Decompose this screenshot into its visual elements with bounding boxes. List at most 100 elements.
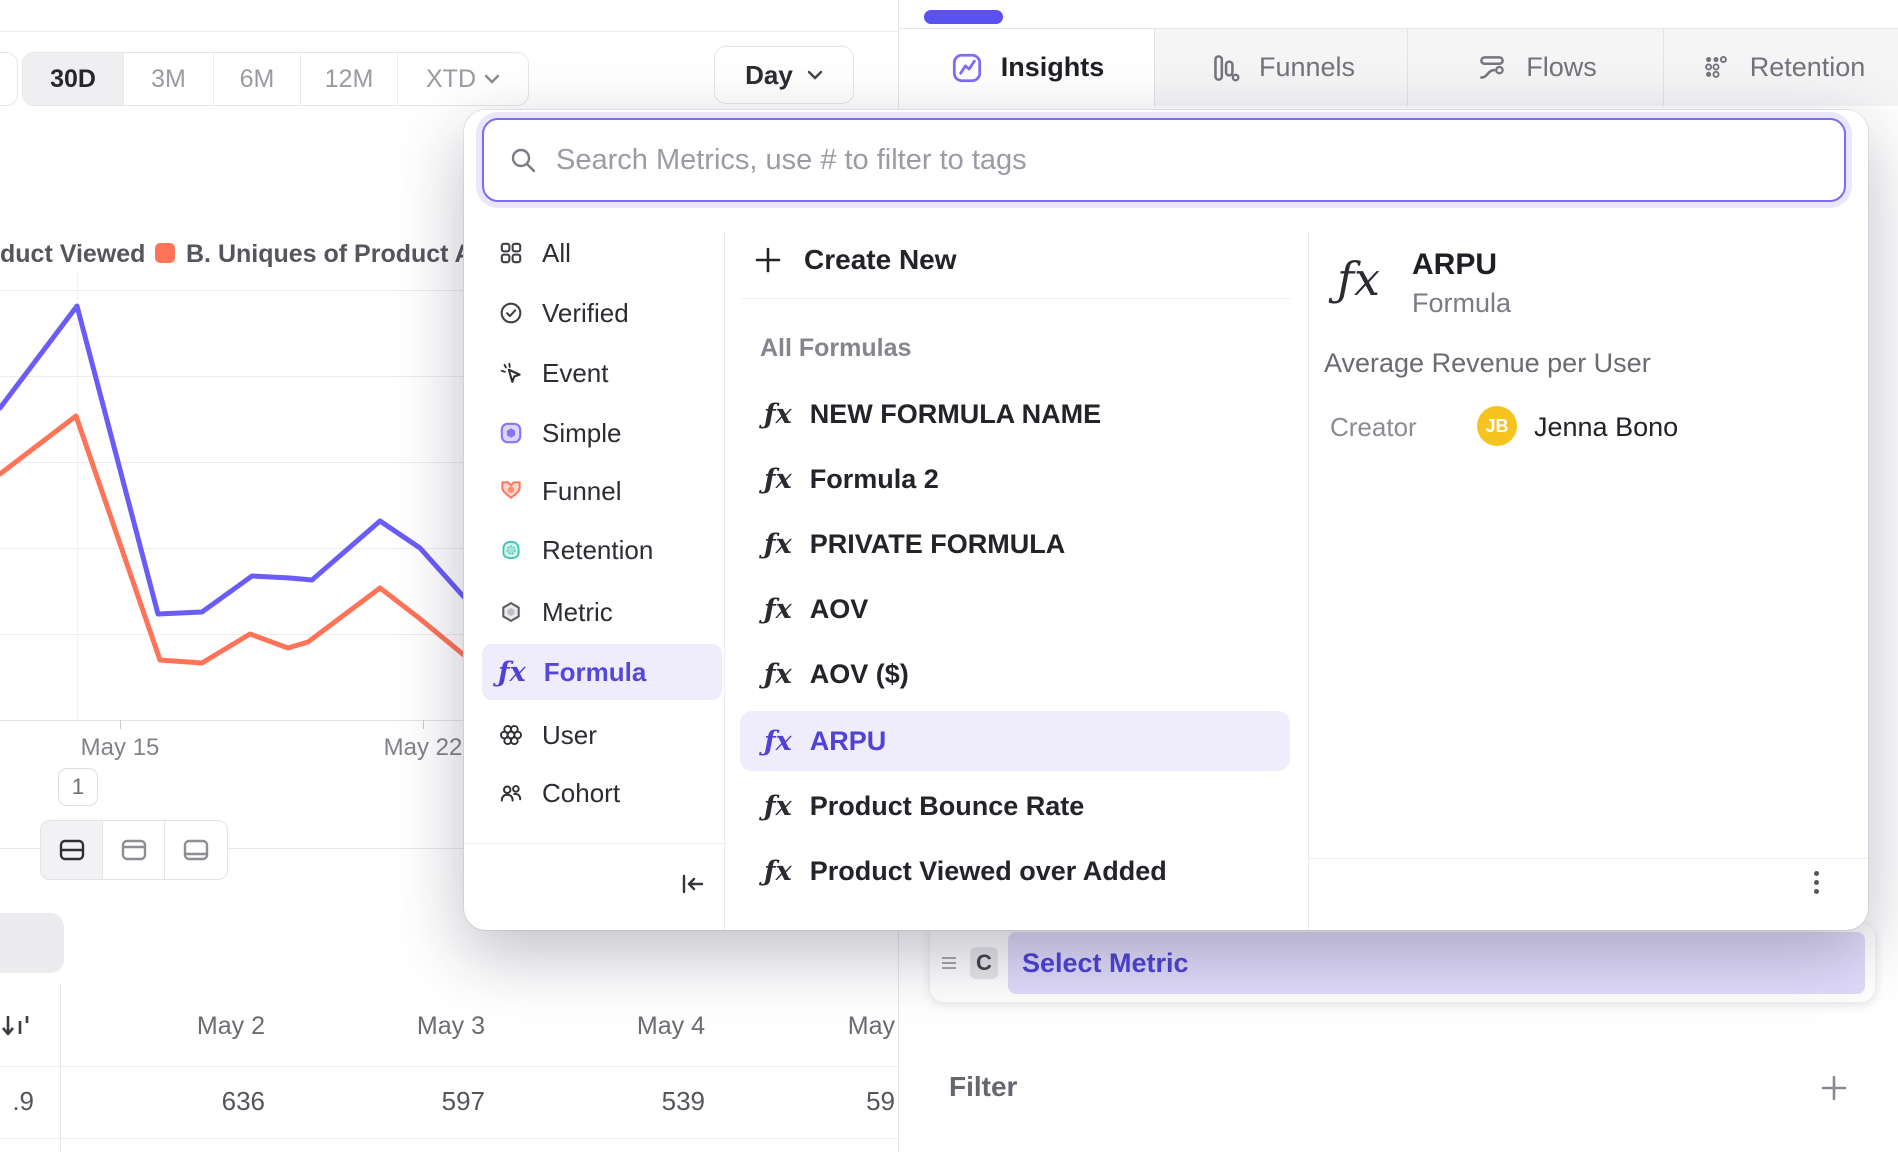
category-cohort[interactable]: Cohort: [482, 765, 722, 821]
tab-flows[interactable]: Flows: [1408, 29, 1664, 106]
category-retention[interactable]: Retention: [482, 522, 722, 578]
tab-label: Flows: [1526, 52, 1597, 83]
collapsed-panel-handle[interactable]: [0, 913, 64, 973]
formula-item[interactable]: ƒx Formula 2: [740, 449, 1290, 509]
formula-label: PRIVATE FORMULA: [810, 529, 1066, 560]
category-label: Metric: [542, 597, 613, 628]
axis-tick: [423, 720, 424, 729]
funnels-icon: [1207, 50, 1243, 86]
legend-item-a[interactable]: duct Viewed: [0, 240, 145, 269]
sort-icon[interactable]: [0, 1008, 34, 1042]
detail-divider: [1308, 232, 1309, 930]
category-funnel[interactable]: Funnel: [482, 463, 722, 519]
formula-item-selected[interactable]: ƒx ARPU: [740, 711, 1290, 771]
granularity-label: Day: [745, 60, 793, 91]
formula-label: AOV ($): [810, 659, 909, 690]
legend-page-button[interactable]: 1: [58, 768, 98, 806]
fx-large-icon: ƒx: [1337, 252, 1380, 306]
layout-top-icon: [119, 835, 149, 865]
fx-icon: ƒx: [764, 399, 792, 430]
detail-type: Formula: [1412, 288, 1511, 319]
tab-funnels[interactable]: Funnels: [1155, 29, 1408, 106]
chevron-down-icon: [484, 74, 500, 84]
insights-icon: [949, 50, 985, 86]
series-b-line: [0, 416, 530, 706]
formula-item[interactable]: ƒx PRIVATE FORMULA: [740, 514, 1290, 574]
metric-key-badge: C: [970, 947, 998, 979]
layout-table-button[interactable]: [165, 821, 227, 879]
range-3m-button[interactable]: 3M: [124, 53, 214, 105]
category-simple[interactable]: Simple: [482, 405, 722, 461]
category-event[interactable]: Event: [482, 345, 722, 401]
grid-icon: [498, 240, 524, 266]
category-metric[interactable]: Metric: [482, 584, 722, 640]
category-label: Funnel: [542, 476, 622, 507]
formula-item[interactable]: ƒx AOV: [740, 579, 1290, 639]
click-event-icon: [498, 360, 524, 386]
layout-chart-button[interactable]: [103, 821, 165, 879]
category-all[interactable]: All: [482, 225, 722, 281]
collapse-sidebar-button[interactable]: [670, 862, 714, 906]
table-header[interactable]: May: [725, 1012, 895, 1041]
table-frozen-divider: [60, 983, 61, 1152]
range-6m-button[interactable]: 6M: [214, 53, 301, 105]
formula-item[interactable]: ƒx AOV ($): [740, 644, 1290, 704]
creator-label: Creator: [1330, 412, 1417, 443]
tab-label: Retention: [1750, 52, 1866, 83]
create-new-button[interactable]: Create New: [754, 236, 957, 284]
formula-item[interactable]: ƒx Product Bounce Rate: [740, 776, 1290, 836]
fx-icon: ƒx: [764, 726, 792, 757]
section-label: All Formulas: [760, 334, 911, 363]
formula-item[interactable]: ƒx Product Viewed over Added: [740, 841, 1290, 901]
category-formula[interactable]: ƒx Formula: [482, 644, 722, 700]
fx-icon: ƒx: [764, 659, 792, 690]
table-cell: 597: [285, 1086, 485, 1117]
category-label: Formula: [544, 657, 647, 688]
fx-icon: ƒx: [764, 594, 792, 625]
range-30d-button[interactable]: 30D: [23, 53, 124, 105]
range-12m-button[interactable]: 12M: [301, 53, 398, 105]
layout-split-button[interactable]: [41, 821, 103, 879]
granularity-dropdown[interactable]: Day: [714, 46, 854, 104]
drag-handle-icon[interactable]: [942, 962, 956, 964]
table-header[interactable]: May 3: [285, 1012, 485, 1041]
formula-label: ARPU: [810, 726, 887, 757]
tab-retention[interactable]: Retention: [1664, 29, 1898, 106]
gridline-vertical: [77, 272, 78, 720]
more-options-button[interactable]: [1796, 862, 1836, 902]
table-header[interactable]: May 2: [65, 1012, 265, 1041]
metric-hexagon-icon: [498, 599, 524, 625]
metric-picker-dropdown: All Verified Event Simple: [464, 110, 1868, 930]
category-label: Retention: [542, 535, 653, 566]
select-metric-field[interactable]: Select Metric: [1008, 932, 1865, 994]
category-label: Verified: [542, 298, 629, 329]
metric-row-card: C Select Metric: [930, 924, 1875, 1002]
range-xtd-label: XTD: [426, 65, 476, 94]
category-verified[interactable]: Verified: [482, 285, 722, 341]
legend-item-b[interactable]: B. Uniques of Product Add: [186, 240, 503, 269]
funnel-metric-icon: [498, 478, 524, 504]
sidebar-footer-divider: [464, 843, 724, 844]
cohort-people-icon: [498, 780, 524, 806]
list-divider: [742, 298, 1290, 299]
category-user[interactable]: User: [482, 707, 722, 763]
detail-footer-divider: [1309, 858, 1868, 859]
layout-toggle-group: [40, 820, 228, 880]
tab-insights[interactable]: Insights: [899, 29, 1155, 106]
table-header[interactable]: May 4: [505, 1012, 705, 1041]
table-cell: 59: [725, 1086, 895, 1117]
create-new-label: Create New: [804, 244, 957, 276]
formula-label: AOV: [810, 594, 869, 625]
category-label: Simple: [542, 418, 621, 449]
header-divider: [0, 31, 898, 32]
category-label: All: [542, 238, 571, 269]
tab-label: Insights: [1001, 52, 1105, 83]
filter-section-label: Filter: [949, 1071, 1017, 1103]
plus-icon: [754, 246, 782, 274]
metric-search-input[interactable]: [556, 144, 1844, 177]
add-filter-button[interactable]: [1819, 1073, 1849, 1103]
formula-item[interactable]: ƒx NEW FORMULA NAME: [740, 384, 1290, 444]
range-button-cut[interactable]: [0, 52, 18, 106]
range-xtd-button[interactable]: XTD: [398, 53, 528, 105]
user-cluster-icon: [498, 722, 524, 748]
